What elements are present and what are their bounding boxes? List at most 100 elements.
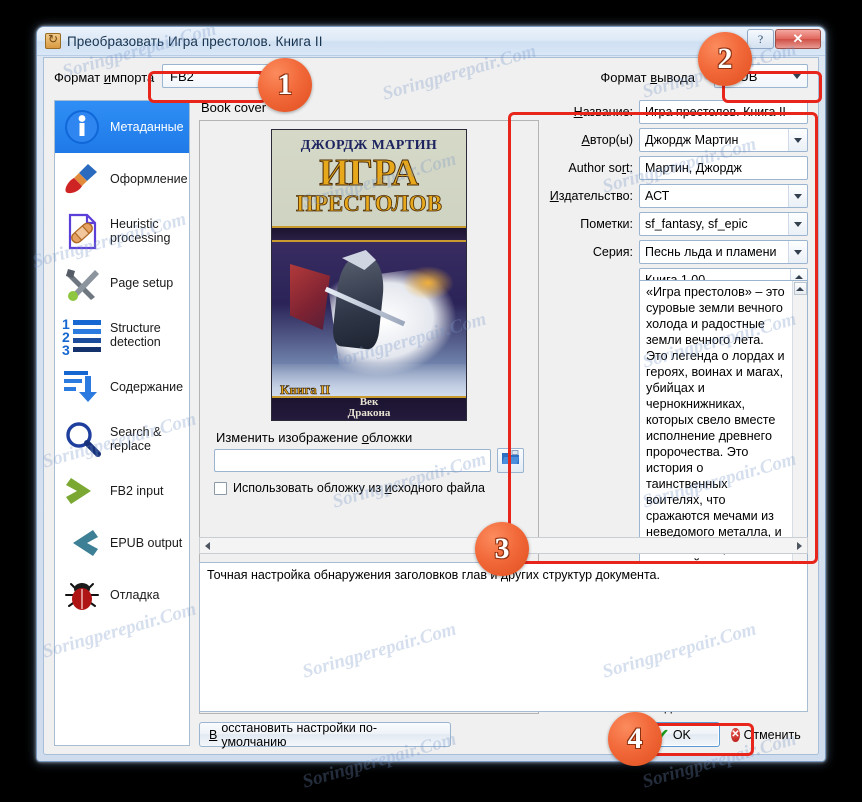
cover-bottom-band: Век Дракона [272, 396, 466, 420]
sidebar-item-label: FB2 input [110, 484, 164, 498]
window-title: Преобразовать Игра престолов. Книга II [67, 33, 323, 49]
title-label: Название: [573, 105, 633, 119]
authors-label: Автор(ы) [581, 133, 633, 147]
sidebar-item-label: Оформление [110, 172, 188, 186]
sidebar-item-toc[interactable]: Содержание [55, 361, 189, 413]
chevron-down-icon[interactable] [788, 213, 807, 235]
settings-sidebar[interactable]: Метаданные Оформление Heuristic processi… [54, 100, 190, 746]
sidebar-item-label: Содержание [110, 380, 184, 394]
sidebar-item-metadata[interactable]: Метаданные [55, 101, 189, 153]
annotation-badge-4: 4 [608, 712, 662, 766]
chevron-right-green-icon [61, 470, 103, 512]
window-buttons: ? ✕ [746, 29, 821, 49]
bandaid-document-icon [61, 210, 103, 252]
screenshot-root: Преобразовать Игра престолов. Книга II ?… [0, 0, 862, 802]
metadata-row-author-sort: Author sort: Мартин, Джордж [547, 156, 808, 180]
metadata-fields: Название: Игра престолов. Книга II Автор… [547, 100, 808, 292]
use-source-cover-checkbox[interactable] [214, 481, 227, 495]
sidebar-item-label: Метаданные [110, 120, 184, 134]
close-button[interactable]: ✕ [775, 29, 821, 49]
sidebar-item-epub-output[interactable]: EPUB output [55, 517, 189, 569]
import-format-label: Формат импорта [54, 70, 155, 85]
authors-combo[interactable]: Джордж Мартин [639, 128, 808, 152]
convert-icon [45, 32, 61, 49]
convert-dialog-window: Преобразовать Игра престолов. Книга II ?… [36, 26, 826, 762]
tags-combo[interactable]: sf_fantasy, sf_epic [639, 212, 808, 236]
cover-path-input[interactable] [214, 449, 491, 472]
scroll-up-icon[interactable] [793, 282, 807, 295]
use-source-cover-row[interactable]: Использовать обложку из исходного файла [214, 481, 485, 495]
magnifier-icon [61, 418, 103, 460]
toc-hand-icon [61, 366, 103, 408]
browse-cover-button[interactable] [497, 448, 524, 473]
change-cover-label: Изменить изображение обложки [216, 430, 413, 445]
chevron-down-icon[interactable] [788, 129, 807, 151]
numbered-list-icon: 1 2 3 [61, 314, 103, 358]
metadata-row-series: Серия: Песнь льда и пламени [547, 240, 808, 264]
author-sort-input[interactable]: Мартин, Джордж [639, 156, 808, 180]
sidebar-item-label: Heuristic processing [110, 217, 171, 245]
cover-horse-mane [402, 266, 454, 300]
chevron-down-icon[interactable] [788, 185, 807, 207]
publisher-combo[interactable]: АСТ [639, 184, 808, 208]
sidebar-item-heuristic-processing[interactable]: Heuristic processing [55, 205, 189, 257]
metadata-row-tags: Пометки: sf_fantasy, sf_epic [547, 212, 808, 236]
sidebar-item-label: EPUB output [110, 536, 183, 550]
dialog-button-bar: Восстановить настройки по-умолчанию ✔ OK… [199, 721, 808, 749]
chevron-left-teal-icon [61, 522, 103, 564]
tools-icon [61, 262, 103, 304]
title-input[interactable]: Игра престолов. Книга II [639, 100, 808, 124]
cover-series-text: Век Дракона [347, 396, 391, 419]
scroll-right-icon[interactable] [792, 539, 807, 553]
sidebar-item-search-replace[interactable]: Search & replace [55, 413, 189, 465]
output-format-label: Формат вывода [600, 70, 695, 85]
sidebar-item-structure-detection[interactable]: 1 2 3 Structure detection [55, 309, 189, 361]
sidebar-item-page-setup[interactable]: Page setup [55, 257, 189, 309]
cover-book-number: Книга II [280, 382, 331, 398]
author-sort-label: Author sort: [568, 161, 633, 175]
chevron-down-icon[interactable] [788, 241, 807, 263]
cancel-label: Отменить [743, 727, 801, 742]
info-text: Точная настройка обнаружения заголовков … [207, 568, 660, 582]
info-icon [61, 106, 103, 148]
annotation-badge-2: 2 [698, 32, 752, 86]
book-cover-image[interactable]: ДЖОРДЖ МАРТИН ИГРА ПРЕСТОЛОВ Книга II Ве… [271, 129, 467, 421]
cancel-button[interactable]: ✕ Отменить [724, 722, 808, 747]
title-value: Игра престолов. Книга II [645, 105, 786, 119]
tags-label: Пометки: [580, 217, 633, 231]
series-label: Серия: [592, 245, 633, 259]
use-source-cover-label: Использовать обложку из исходного файла [233, 481, 485, 495]
info-box: Точная настройка обнаружения заголовков … [199, 562, 808, 712]
annotation-badge-3: 3 [475, 522, 529, 576]
chevron-down-icon[interactable] [787, 65, 807, 87]
authors-value: Джордж Мартин [645, 133, 739, 147]
sidebar-item-look-and-feel[interactable]: Оформление [55, 153, 189, 205]
scroll-left-icon[interactable] [200, 539, 215, 553]
author-sort-value: Мартин, Джордж [645, 161, 742, 175]
restore-defaults-button[interactable]: Восстановить настройки по-умолчанию [199, 721, 451, 749]
dialog-client-area: Формат импорта FB2 Формат вывода EPUB [43, 57, 819, 755]
bug-icon [61, 574, 103, 616]
sidebar-item-fb2-input[interactable]: FB2 input [55, 465, 189, 517]
cover-ornament-band [272, 226, 466, 242]
format-row: Формат импорта FB2 Формат вывода EPUB [54, 64, 808, 94]
series-value: Песнь льда и пламени [645, 245, 777, 259]
cover-banner [290, 264, 330, 330]
sidebar-item-label: Отладка [110, 588, 160, 602]
metadata-row-title: Название: Игра престолов. Книга II [547, 100, 808, 124]
import-format-value: FB2 [170, 68, 194, 84]
series-combo[interactable]: Песнь льда и пламени [639, 240, 808, 264]
publisher-value: АСТ [645, 189, 670, 203]
tags-value: sf_fantasy, sf_epic [645, 217, 748, 231]
book-cover-heading: Book cover [201, 100, 267, 115]
cover-path-row [214, 448, 524, 473]
sidebar-item-label: Structure detection [110, 321, 161, 349]
sidebar-item-debug[interactable]: Отладка [55, 569, 189, 621]
cover-artwork: Книга II Век Дракона [272, 242, 466, 420]
help-button[interactable]: ? [747, 29, 774, 49]
cover-title-line1: ИГРА [319, 152, 420, 194]
sidebar-item-label: Search & replace [110, 425, 162, 453]
annotation-badge-1: 1 [258, 58, 312, 112]
folder-open-icon [501, 450, 520, 471]
sidebar-item-label: Page setup [110, 276, 174, 290]
